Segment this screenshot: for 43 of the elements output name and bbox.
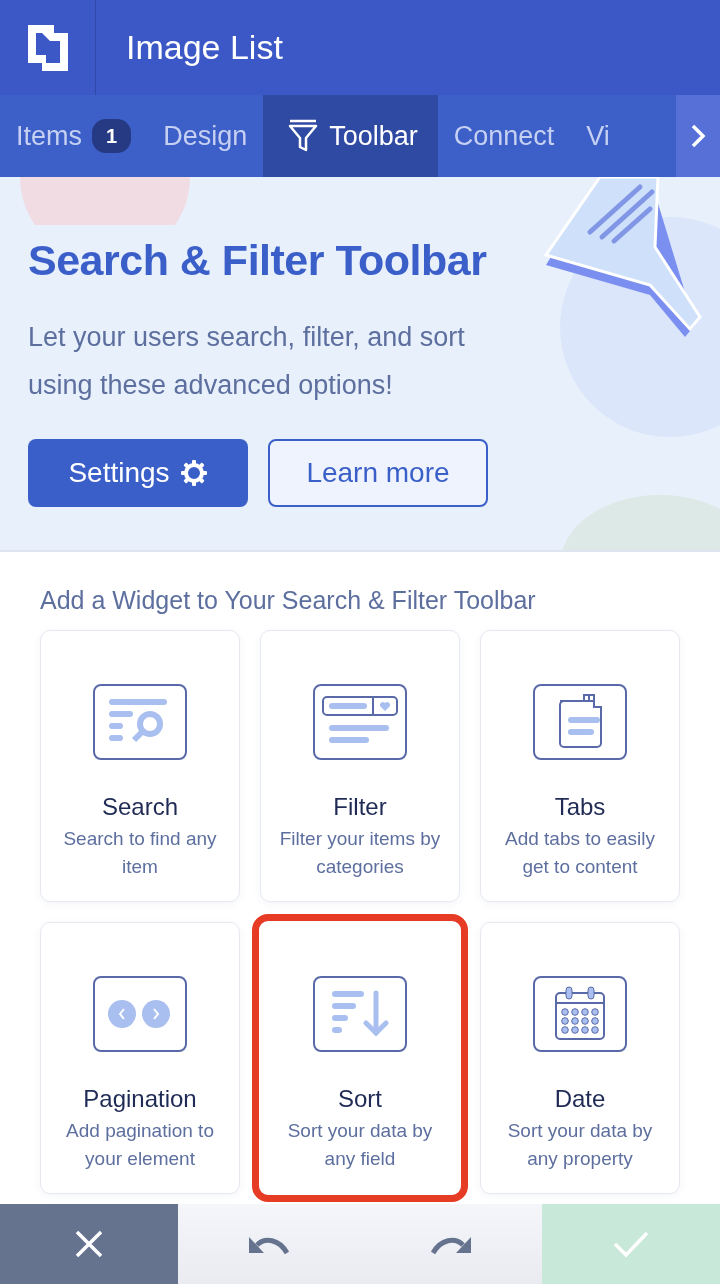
widget-card[interactable]: Pagination Add pagination to your element <box>40 921 240 1194</box>
tab[interactable]: Items 1 <box>0 95 148 177</box>
sort-icon <box>312 974 408 1053</box>
tab[interactable]: Design <box>147 95 264 177</box>
filter-widget-icon <box>312 682 408 761</box>
widget-card[interactable]: Tabs Add tabs to easily get to content <box>480 629 680 902</box>
widget-title: Tabs <box>554 791 606 822</box>
widget-card[interactable]: Date Sort your data by any property <box>480 921 680 1194</box>
widget-description: Sort your data by any field <box>286 1118 434 1171</box>
widget-title: Pagination <box>83 1083 197 1114</box>
tab[interactable]: Connect <box>437 95 571 177</box>
widget-card[interactable]: Search Search to find any item <box>40 629 240 902</box>
widget-description: Search to find any item <box>62 826 218 879</box>
widget-description: Filter your items by categories <box>278 826 442 879</box>
filter-icon <box>287 119 320 153</box>
widget-title: Date <box>554 1083 606 1114</box>
count-badge: 1 <box>92 119 132 153</box>
widget-description: Sort your data by any property <box>506 1118 654 1171</box>
hero-title: Search & Filter Toolbar <box>28 235 488 286</box>
tab[interactable]: Vi <box>570 95 626 177</box>
widget-title: Filter <box>333 791 387 822</box>
pagination-icon <box>92 974 188 1053</box>
settings-button[interactable]: Settings <box>28 438 248 507</box>
check-icon <box>613 1230 649 1258</box>
widget-card[interactable]: Sort Sort your data by any field <box>252 913 468 1202</box>
section-title: Add a Widget to Your Search & Filter Toolbar <box>40 585 537 616</box>
chevron-right-icon <box>690 123 706 149</box>
widget-description: Add tabs to easily get to content <box>504 826 656 879</box>
settings-icon <box>179 458 208 487</box>
learn-more-button[interactable]: Learn more <box>268 438 488 507</box>
widget-description: Add pagination to your element <box>65 1118 215 1171</box>
widget-title: Sort <box>338 1083 382 1114</box>
page-title: Image List <box>126 27 283 68</box>
tab[interactable]: Toolbar <box>263 95 438 177</box>
widget-card[interactable]: Filter Filter your items by categories <box>260 629 460 902</box>
document-icon <box>532 682 628 761</box>
hero-text: Let your users search, filter, and sort using these advanced options! <box>28 320 466 402</box>
scroll-right-button[interactable] <box>676 95 720 177</box>
search-widget-icon <box>92 682 188 761</box>
widget-title: Search <box>101 791 178 822</box>
logo-icon <box>27 24 68 71</box>
calendar-icon <box>532 974 628 1053</box>
close-icon <box>74 1229 104 1259</box>
